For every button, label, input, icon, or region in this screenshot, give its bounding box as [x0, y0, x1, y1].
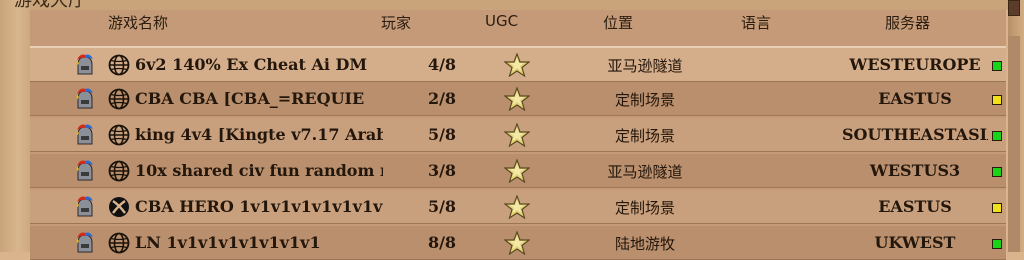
player-count: 5/8 — [427, 125, 457, 144]
ugc-star-icon — [503, 230, 531, 256]
globe-icon — [108, 160, 130, 182]
column-header-name[interactable]: 游戏名称 — [108, 12, 168, 33]
globe-icon — [108, 54, 130, 76]
civ-helmet-icon — [74, 196, 96, 218]
ugc-star-icon — [503, 52, 531, 78]
column-header-server[interactable]: 服务器 — [885, 12, 930, 33]
ugc-star-icon — [503, 194, 531, 220]
top-strip — [0, 0, 1024, 10]
server-status-indicator — [992, 95, 1002, 105]
lobby-row[interactable]: CBA CBA [CBA_=REQUIE 2/8 定制场景 EASTUS — [30, 82, 1006, 116]
player-count: 4/8 — [427, 55, 457, 74]
civ-helmet-icon — [74, 160, 96, 182]
column-header-ugc[interactable]: UGC — [485, 12, 518, 30]
parchment-border-left — [0, 0, 30, 252]
map-location: 亚马逊隧道 — [607, 57, 683, 75]
globe-icon — [108, 124, 130, 146]
ugc-star-icon — [503, 86, 531, 112]
xbox-icon — [108, 196, 130, 218]
civ-helmet-icon — [74, 232, 96, 254]
server-region: SOUTHEASTASIA — [842, 125, 988, 144]
server-status-indicator — [992, 239, 1002, 249]
column-header-row: 游戏名称 玩家 UGC 位置 语言 服务器 — [30, 10, 1006, 48]
server-region: EASTUS — [878, 197, 952, 216]
game-name: king 4v4 [Kingte v7.17 Arab — [135, 125, 383, 144]
player-count: 3/8 — [427, 161, 457, 180]
scroll-up-button[interactable] — [1008, 0, 1020, 16]
globe-icon — [108, 232, 130, 254]
map-location: 定制场景 — [614, 199, 675, 217]
server-region: WESTUS3 — [869, 161, 961, 180]
game-name: CBA CBA [CBA_=REQUIE — [135, 89, 365, 108]
player-count: 2/8 — [427, 89, 457, 108]
game-name: LN 1v1v1v1v1v1v1v1 — [135, 233, 321, 252]
civ-helmet-icon — [74, 54, 96, 76]
server-status-indicator — [992, 131, 1002, 141]
civ-helmet-icon — [74, 88, 96, 110]
server-status-indicator — [992, 167, 1002, 177]
game-name: 6v2 140% Ex Cheat Ai DM — [135, 55, 368, 74]
lobby-row[interactable]: CBA HERO 1v1v1v1v1v1v1v 5/8 定制场景 EASTUS — [30, 190, 1006, 224]
player-count: 5/8 — [427, 197, 457, 216]
lobby-row[interactable]: 10x shared civ fun random n 3/8 亚马逊隧道 WESTU… — [30, 154, 1006, 188]
server-status-indicator — [992, 61, 1002, 71]
game-name: CBA HERO 1v1v1v1v1v1v1v — [135, 197, 383, 216]
scrollbar-track[interactable] — [1008, 36, 1020, 252]
server-status-indicator — [992, 203, 1002, 213]
server-region: UKWEST — [874, 233, 956, 252]
server-region: WESTEUROPE — [849, 55, 981, 74]
ugc-star-icon — [503, 122, 531, 148]
game-name: 10x shared civ fun random n — [135, 161, 383, 180]
lobby-row[interactable]: king 4v4 [Kingte v7.17 Arab 5/8 定制场景 SOUTHE… — [30, 118, 1006, 152]
globe-icon — [108, 88, 130, 110]
ugc-star-icon — [503, 158, 531, 184]
lobby-row[interactable]: 6v2 140% Ex Cheat Ai DM 4/8 亚马逊隧道 WESTEUROP… — [30, 46, 1006, 82]
lobby-row[interactable]: LN 1v1v1v1v1v1v1v1 8/8 陆地游牧 UKWEST — [30, 226, 1006, 260]
map-location: 陆地游牧 — [614, 235, 675, 253]
lobby-list-panel: 游戏名称 玩家 UGC 位置 语言 服务器 6v2 140% Ex Cheat … — [30, 10, 1006, 260]
player-count: 8/8 — [427, 233, 457, 252]
map-location: 定制场景 — [614, 127, 675, 145]
server-region: EASTUS — [878, 89, 952, 108]
column-header-location[interactable]: 位置 — [603, 12, 633, 33]
map-location: 定制场景 — [614, 91, 675, 109]
column-header-players[interactable]: 玩家 — [381, 12, 411, 33]
column-header-language[interactable]: 语言 — [741, 12, 771, 33]
civ-helmet-icon — [74, 124, 96, 146]
map-location: 亚马逊隧道 — [607, 163, 683, 181]
